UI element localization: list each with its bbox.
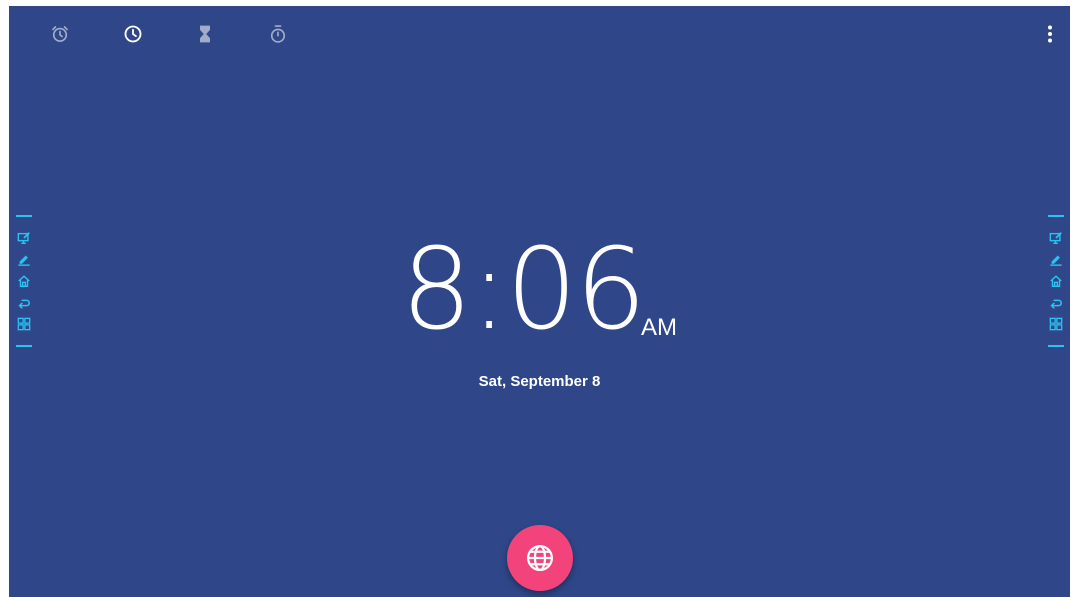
clock-icon: [124, 25, 142, 43]
digital-clock: 8:06 AM: [9, 234, 1070, 352]
overflow-menu-button[interactable]: [1038, 20, 1062, 48]
tab-timer[interactable]: [191, 20, 219, 48]
tab-bar: [9, 6, 1070, 62]
stopwatch-icon: [270, 25, 286, 43]
clock-date: Sat, September 8: [478, 373, 601, 390]
clock-ampm: AM: [641, 314, 677, 341]
clock-time: 8:06: [401, 225, 647, 355]
hourglass-icon: [200, 25, 210, 43]
tab-alarm[interactable]: [46, 20, 74, 48]
tab-stopwatch[interactable]: [264, 20, 292, 48]
side-toolbar-handle-top[interactable]: [16, 215, 32, 217]
alarm-icon: [52, 26, 68, 42]
more-vert-icon: [1048, 25, 1052, 43]
clock-app-screen: 8:06 AM Sat, September 8: [9, 6, 1070, 597]
world-clock-fab[interactable]: [507, 525, 573, 591]
tab-clock[interactable]: [119, 20, 147, 48]
side-toolbar-handle-top[interactable]: [1048, 215, 1064, 217]
globe-icon: [527, 545, 553, 571]
